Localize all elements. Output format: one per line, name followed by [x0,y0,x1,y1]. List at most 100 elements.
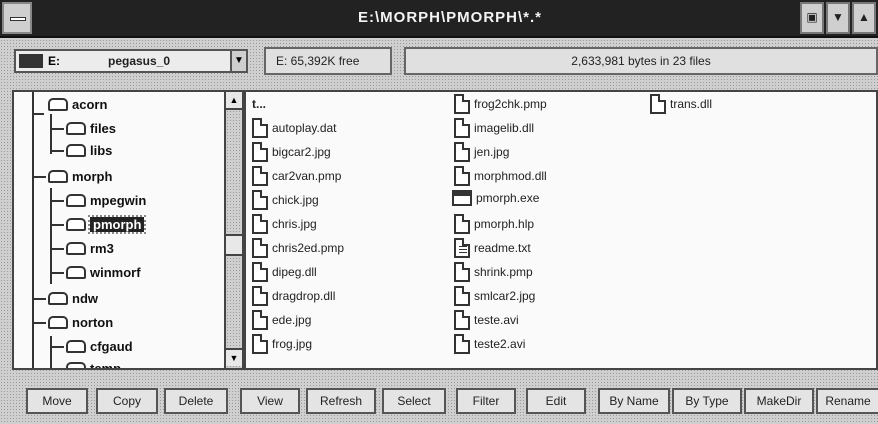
document-icon [454,262,470,282]
by-type-button[interactable]: By Type [672,388,742,414]
file-item[interactable]: chick.jpg [252,190,319,212]
drive-select[interactable]: E: pegasus_0 ▼ [14,49,248,73]
minimize-button[interactable]: ▼ [826,2,850,34]
document-icon [252,118,268,138]
document-icon [252,334,268,354]
tree-item-ndw[interactable]: ndw [34,290,98,310]
refresh-button[interactable]: Refresh [306,388,376,414]
file-item[interactable]: teste2.avi [454,334,525,356]
document-icon [252,238,268,258]
make-dir-button[interactable]: MakeDir [744,388,814,414]
folder-icon [66,266,86,280]
folder-icon [66,194,86,208]
scroll-up-icon[interactable]: ▲ [226,92,242,110]
tree-item-norton[interactable]: norton [34,314,113,334]
tree-item-winmorf[interactable]: winmorf [52,264,141,284]
copy-button[interactable]: Copy [96,388,158,414]
rename-button[interactable]: Rename [816,388,878,414]
tree-item-libs[interactable]: libs [52,142,112,162]
tree-scrollbar[interactable]: ▲ ▼ [224,92,242,368]
exe-icon [452,190,472,206]
document-icon [454,94,470,114]
tree-item-rm3[interactable]: rm3 [52,240,114,260]
document-icon [252,142,268,162]
system-menu-button[interactable] [2,2,32,34]
tree-item-pmorph[interactable]: pmorph [52,215,147,236]
folder-icon [66,362,86,368]
file-item[interactable]: autoplay.dat [252,118,337,140]
file-item[interactable]: shrink.pmp [454,262,533,284]
free-space-status: E: 65,392K free [264,47,392,75]
folder-icon [66,242,86,256]
file-item[interactable]: pmorph.exe [452,190,539,212]
tree-item-mpegwin[interactable]: mpegwin [52,192,146,212]
system-menu-icon [10,17,26,21]
scroll-down-icon[interactable]: ▼ [226,348,242,366]
folder-icon [48,316,68,330]
open-folder-icon [66,218,86,232]
document-icon [454,166,470,186]
file-item[interactable]: readme.txt [454,238,531,260]
bytes-status: 2,633,981 bytes in 23 files [404,47,878,75]
tree-item-files[interactable]: files [52,120,116,140]
text-file-icon [454,238,470,258]
folder-icon [66,144,86,158]
file-item[interactable]: morphmod.dll [454,166,547,188]
file-item[interactable]: smlcar2.jpg [454,286,535,308]
folder-icon [66,340,86,354]
tree-item-temp[interactable]: temp [52,360,121,368]
by-name-button[interactable]: By Name [598,388,670,414]
window-title: E:\MORPH\PMORPH\*.* [357,9,542,26]
document-icon [252,310,268,330]
drive-volume-label: pegasus_0 [108,54,171,68]
delete-button[interactable]: Delete [164,388,228,414]
directory-tree[interactable]: acorn files libs morph mpegwin pmorph rm… [12,90,244,370]
document-icon [454,118,470,138]
folder-icon [66,122,86,136]
parent-directory-item[interactable]: t... [252,96,266,118]
view-button[interactable]: View [240,388,300,414]
tree-item-cfgaud[interactable]: cfgaud [52,338,133,358]
drive-icon [19,54,43,68]
document-icon [252,286,268,306]
select-button[interactable]: Select [382,388,446,414]
drive-bar: E: pegasus_0 ▼ E: 65,392K free 2,633,981… [0,40,878,86]
document-icon [252,262,268,282]
maximize-button[interactable]: ▲ [852,2,876,34]
file-item[interactable]: pmorph.hlp [454,214,534,236]
filter-button[interactable]: Filter [456,388,516,414]
document-icon [454,214,470,234]
file-list[interactable]: t... autoplay.dat bigcar2.jpg car2van.pm… [244,90,878,370]
file-item[interactable]: bigcar2.jpg [252,142,331,164]
title-bar: E:\MORPH\PMORPH\*.* ▣ ▼ ▲ [0,0,878,38]
file-item[interactable]: chris.jpg [252,214,317,236]
file-item[interactable]: teste.avi [454,310,519,332]
file-item[interactable]: jen.jpg [454,142,509,164]
document-icon [252,166,268,186]
document-icon [252,214,268,234]
file-item[interactable]: frog.jpg [252,334,312,356]
file-item[interactable]: car2van.pmp [252,166,341,188]
tree-item-morph[interactable]: morph [34,168,112,188]
chevron-down-icon[interactable]: ▼ [230,51,246,71]
file-item[interactable]: ede.jpg [252,310,311,332]
document-icon [252,190,268,210]
document-icon [454,142,470,162]
file-item[interactable]: frog2chk.pmp [454,94,547,116]
document-icon [454,286,470,306]
document-icon [454,334,470,354]
file-item[interactable]: dipeg.dll [252,262,317,284]
file-item[interactable]: imagelib.dll [454,118,534,140]
tree-item-acorn[interactable]: acorn [32,96,107,116]
document-icon [650,94,666,114]
restore-icon[interactable]: ▣ [800,2,824,34]
folder-icon [48,292,68,306]
file-item[interactable]: dragdrop.dll [252,286,335,308]
file-item[interactable]: chris2ed.pmp [252,238,344,260]
scroll-thumb[interactable] [226,234,242,256]
edit-button[interactable]: Edit [526,388,586,414]
file-item[interactable]: trans.dll [650,94,712,116]
move-button[interactable]: Move [26,388,88,414]
folder-icon [48,170,68,184]
folder-icon [48,98,68,112]
